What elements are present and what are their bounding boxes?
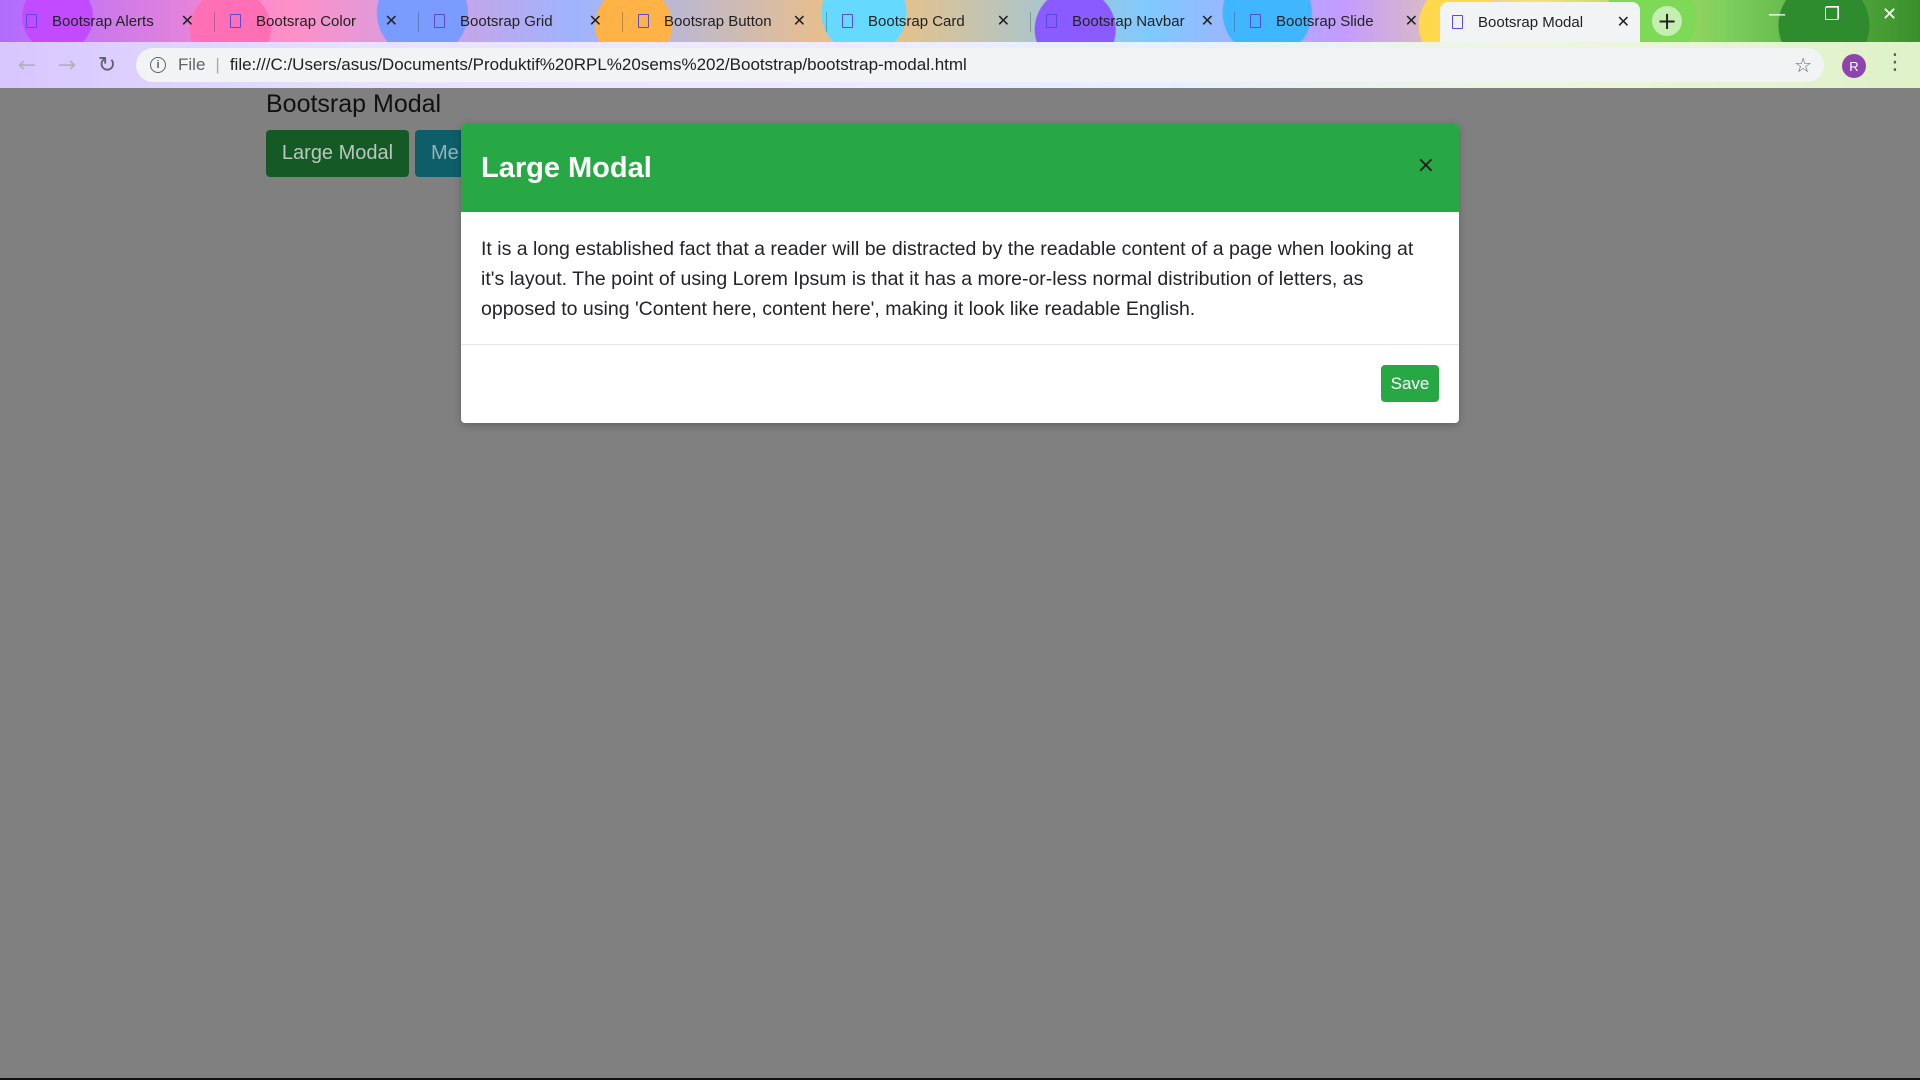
modal-header: Large Modal × <box>461 124 1459 212</box>
url-text[interactable]: file:///C:/Users/asus/Documents/Produkti… <box>230 55 967 75</box>
tab-label: Bootsrap Card <box>868 12 965 30</box>
save-button[interactable]: Save <box>1381 365 1439 402</box>
tab-label: Bootsrap Slide <box>1276 12 1374 30</box>
tab-label: Bootsrap Button <box>664 12 772 30</box>
tab-bootstrap-grid[interactable]: Bootsrap Grid ✕ <box>434 6 612 36</box>
avatar[interactable]: R <box>1842 54 1866 78</box>
forward-icon[interactable]: → <box>52 50 82 80</box>
divider: | <box>215 55 220 74</box>
modal-footer: Save <box>461 345 1459 422</box>
tab-strip: Bootsrap Alerts ✕ Bootsrap Color ✕ Boots… <box>0 0 1920 42</box>
tab-bootstrap-modal[interactable]: Bootsrap Modal ✕ <box>1440 2 1640 42</box>
modal-title: Large Modal <box>481 151 652 184</box>
tab-bootstrap-color[interactable]: Bootsrap Color ✕ <box>230 6 408 36</box>
minimize-icon[interactable]: — <box>1768 4 1786 25</box>
tab-label: Bootsrap Navbar <box>1072 12 1185 30</box>
page-title: Bootsrap Modal <box>266 90 442 118</box>
doc-icon <box>1046 14 1057 28</box>
large-modal: Large Modal × It is a long established f… <box>461 124 1459 423</box>
plus-icon: + <box>1656 7 1678 35</box>
doc-icon <box>26 14 37 28</box>
close-icon[interactable]: ✕ <box>181 11 194 31</box>
tab-divider <box>826 12 827 32</box>
reload-icon[interactable]: ↻ <box>92 50 122 80</box>
tab-divider <box>1234 12 1235 32</box>
tab-divider <box>214 12 215 32</box>
doc-icon <box>842 14 853 28</box>
doc-icon <box>230 14 241 28</box>
tab-label: Bootsrap Modal <box>1478 13 1584 31</box>
close-icon[interactable]: ✕ <box>1405 11 1418 31</box>
restore-icon[interactable]: ❐ <box>1824 4 1840 25</box>
tab-label: Bootsrap Color <box>256 12 357 30</box>
tab-divider <box>622 12 623 32</box>
menu-icon[interactable]: ⋮ <box>1884 50 1906 75</box>
tab-divider <box>1030 12 1031 32</box>
tab-label: Bootsrap Grid <box>460 12 553 30</box>
doc-icon <box>1250 14 1261 28</box>
info-icon[interactable]: i <box>150 57 166 73</box>
back-icon[interactable]: ← <box>12 50 42 80</box>
tab-label: Bootsrap Alerts <box>52 12 154 30</box>
close-icon[interactable]: ✕ <box>1617 12 1630 32</box>
close-icon[interactable]: ✕ <box>997 11 1010 31</box>
tab-bootstrap-alerts[interactable]: Bootsrap Alerts ✕ <box>26 6 204 36</box>
modal-body: It is a long established fact that a rea… <box>461 212 1459 345</box>
close-icon[interactable]: × <box>1411 152 1441 179</box>
doc-icon <box>638 14 649 28</box>
tab-bootstrap-card[interactable]: Bootsrap Card ✕ <box>842 6 1020 36</box>
tab-bootstrap-navbar[interactable]: Bootsrap Navbar ✕ <box>1046 6 1224 36</box>
star-icon[interactable]: ☆ <box>1794 53 1812 78</box>
close-icon[interactable]: ✕ <box>1201 11 1214 31</box>
tab-bootstrap-slide[interactable]: Bootsrap Slide ✕ <box>1250 6 1428 36</box>
scheme-label: File <box>178 55 206 74</box>
large-modal-button[interactable]: Large Modal <box>266 130 409 177</box>
browser-toolbar: ← → ↻ i File | file:///C:/Users/asus/Doc… <box>0 42 1920 88</box>
close-icon[interactable]: ✕ <box>385 11 398 31</box>
address-bar[interactable]: i File | file:///C:/Users/asus/Documents… <box>136 48 1824 82</box>
close-window-icon[interactable]: ✕ <box>1882 4 1897 25</box>
close-icon[interactable]: ✕ <box>793 11 806 31</box>
doc-icon <box>1452 15 1463 29</box>
tab-divider <box>418 12 419 32</box>
doc-icon <box>434 14 445 28</box>
tab-bootstrap-button[interactable]: Bootsrap Button ✕ <box>638 6 816 36</box>
new-tab-button[interactable]: + <box>1652 6 1682 36</box>
close-icon[interactable]: ✕ <box>589 11 602 31</box>
